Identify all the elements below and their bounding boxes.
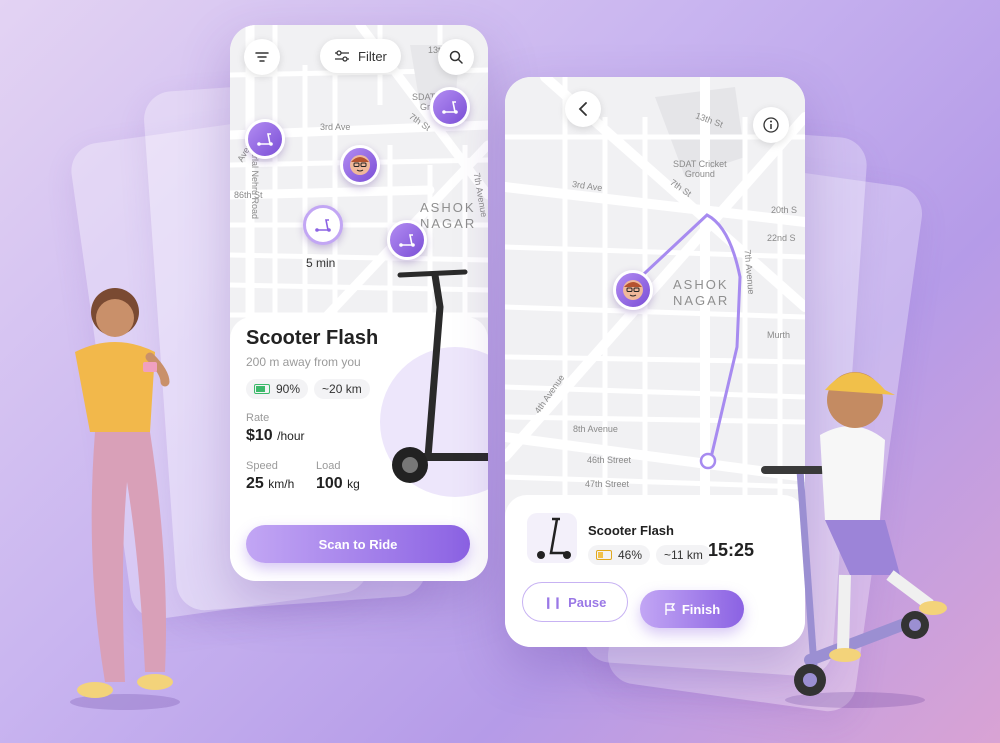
map-label-20th: 20th S (771, 205, 798, 215)
filter-label: Filter (358, 48, 387, 64)
scooter-thumb-icon (537, 517, 571, 559)
map-label-3rd-ave: 3rd Ave (320, 122, 351, 132)
menu-button[interactable] (244, 39, 280, 75)
ride-stats: 46% ~11 km (588, 545, 711, 565)
selected-scooter-pin[interactable] (303, 205, 343, 245)
load-label: Load (316, 460, 341, 472)
scooter-icon (442, 101, 458, 114)
map-label-8th-avenue: 8th Avenue (573, 424, 618, 434)
ride-scooter-name: Scooter Flash (588, 523, 674, 538)
scooter-pin[interactable] (430, 87, 470, 127)
left-phone-screen: 13th SDAT Gro 7th St 3rd Ave 86th St Jaw… (230, 25, 488, 581)
speed-label: Speed (246, 460, 278, 472)
map-label-murth: Murth (767, 330, 791, 340)
search-icon (449, 50, 463, 64)
pause-button[interactable]: ❙❙ Pause (522, 582, 628, 622)
range-badge: ~11 km (656, 545, 711, 565)
battery-icon (254, 384, 270, 394)
rate-value-row: $10 /hour (246, 427, 305, 445)
rate-label: Rate (246, 412, 270, 424)
rate-value: $10 (246, 427, 273, 444)
load-value-row: 100 kg (316, 475, 360, 493)
map-label-47th: 47th Street (585, 479, 630, 489)
filter-lines-icon (255, 52, 269, 62)
speed-unit: km/h (268, 477, 295, 491)
scooter-icon (315, 219, 331, 232)
map-area-label: ASHOK NAGAR (420, 200, 477, 231)
range-badge: ~20 km (314, 379, 370, 399)
map-label-46th: 46th Street (587, 455, 632, 465)
search-button[interactable] (438, 39, 474, 75)
load-value: 100 (316, 475, 343, 492)
info-icon (763, 117, 779, 133)
flag-icon (665, 603, 676, 615)
boy-on-scooter-illustration (761, 372, 947, 708)
back-button[interactable] (565, 91, 601, 127)
rate-unit: /hour (277, 429, 305, 443)
scooter-distance: 200 m away from you (246, 355, 361, 369)
avatar-icon (350, 155, 370, 175)
chevron-left-icon (578, 102, 587, 116)
avatar-icon (623, 280, 643, 300)
user-location-pin[interactable] (613, 270, 653, 310)
scooter-image (392, 269, 488, 483)
ride-timer: 15:25 (708, 540, 755, 560)
scan-to-ride-button[interactable]: Scan to Ride (246, 525, 470, 563)
battery-badge: 90% (246, 379, 309, 399)
scooter-pin[interactable] (245, 119, 285, 159)
finish-button[interactable]: Finish (640, 590, 744, 628)
scooter-stats: 90% ~20 km (246, 379, 370, 399)
battery-low-icon (596, 550, 612, 560)
scooter-detail-card: Scooter Flash 200 m away from you 90% ~2… (230, 269, 488, 581)
load-unit: kg (347, 477, 360, 491)
scooter-icon (257, 133, 273, 146)
battery-badge: 46% (588, 545, 651, 565)
scooter-title: Scooter Flash (246, 327, 379, 349)
speed-value: 25 (246, 475, 264, 492)
pause-icon: ❙❙ (543, 596, 563, 609)
info-button[interactable] (753, 107, 789, 143)
map-area-label: ASHOK NAGAR (673, 277, 730, 308)
pin-eta-label: 5 min (306, 256, 336, 270)
map-label-sdat-ground: SDAT Cricket Ground (673, 159, 727, 179)
scooter-icon (399, 234, 415, 247)
sliders-icon (335, 50, 349, 62)
scooter-thumbnail (527, 513, 577, 563)
filter-button[interactable]: Filter (320, 39, 401, 73)
woman-illustration (70, 288, 180, 710)
user-location-pin[interactable] (340, 145, 380, 185)
speed-value-row: 25 km/h (246, 475, 294, 493)
scooter-pin[interactable] (387, 220, 427, 260)
map-label-22nd: 22nd S (767, 233, 796, 243)
